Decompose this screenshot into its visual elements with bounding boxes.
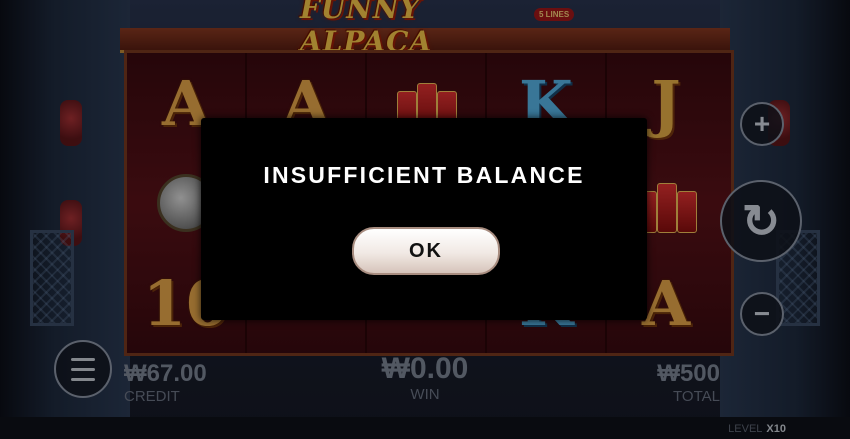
game-screen: FUNNY ALPACA 5 LINES A 10 A K K J <box>0 0 850 439</box>
dialog-message: INSUFFICIENT BALANCE <box>263 162 585 188</box>
ok-button[interactable]: OK <box>352 227 500 275</box>
insufficient-balance-dialog: INSUFFICIENT BALANCE OK <box>201 118 647 320</box>
